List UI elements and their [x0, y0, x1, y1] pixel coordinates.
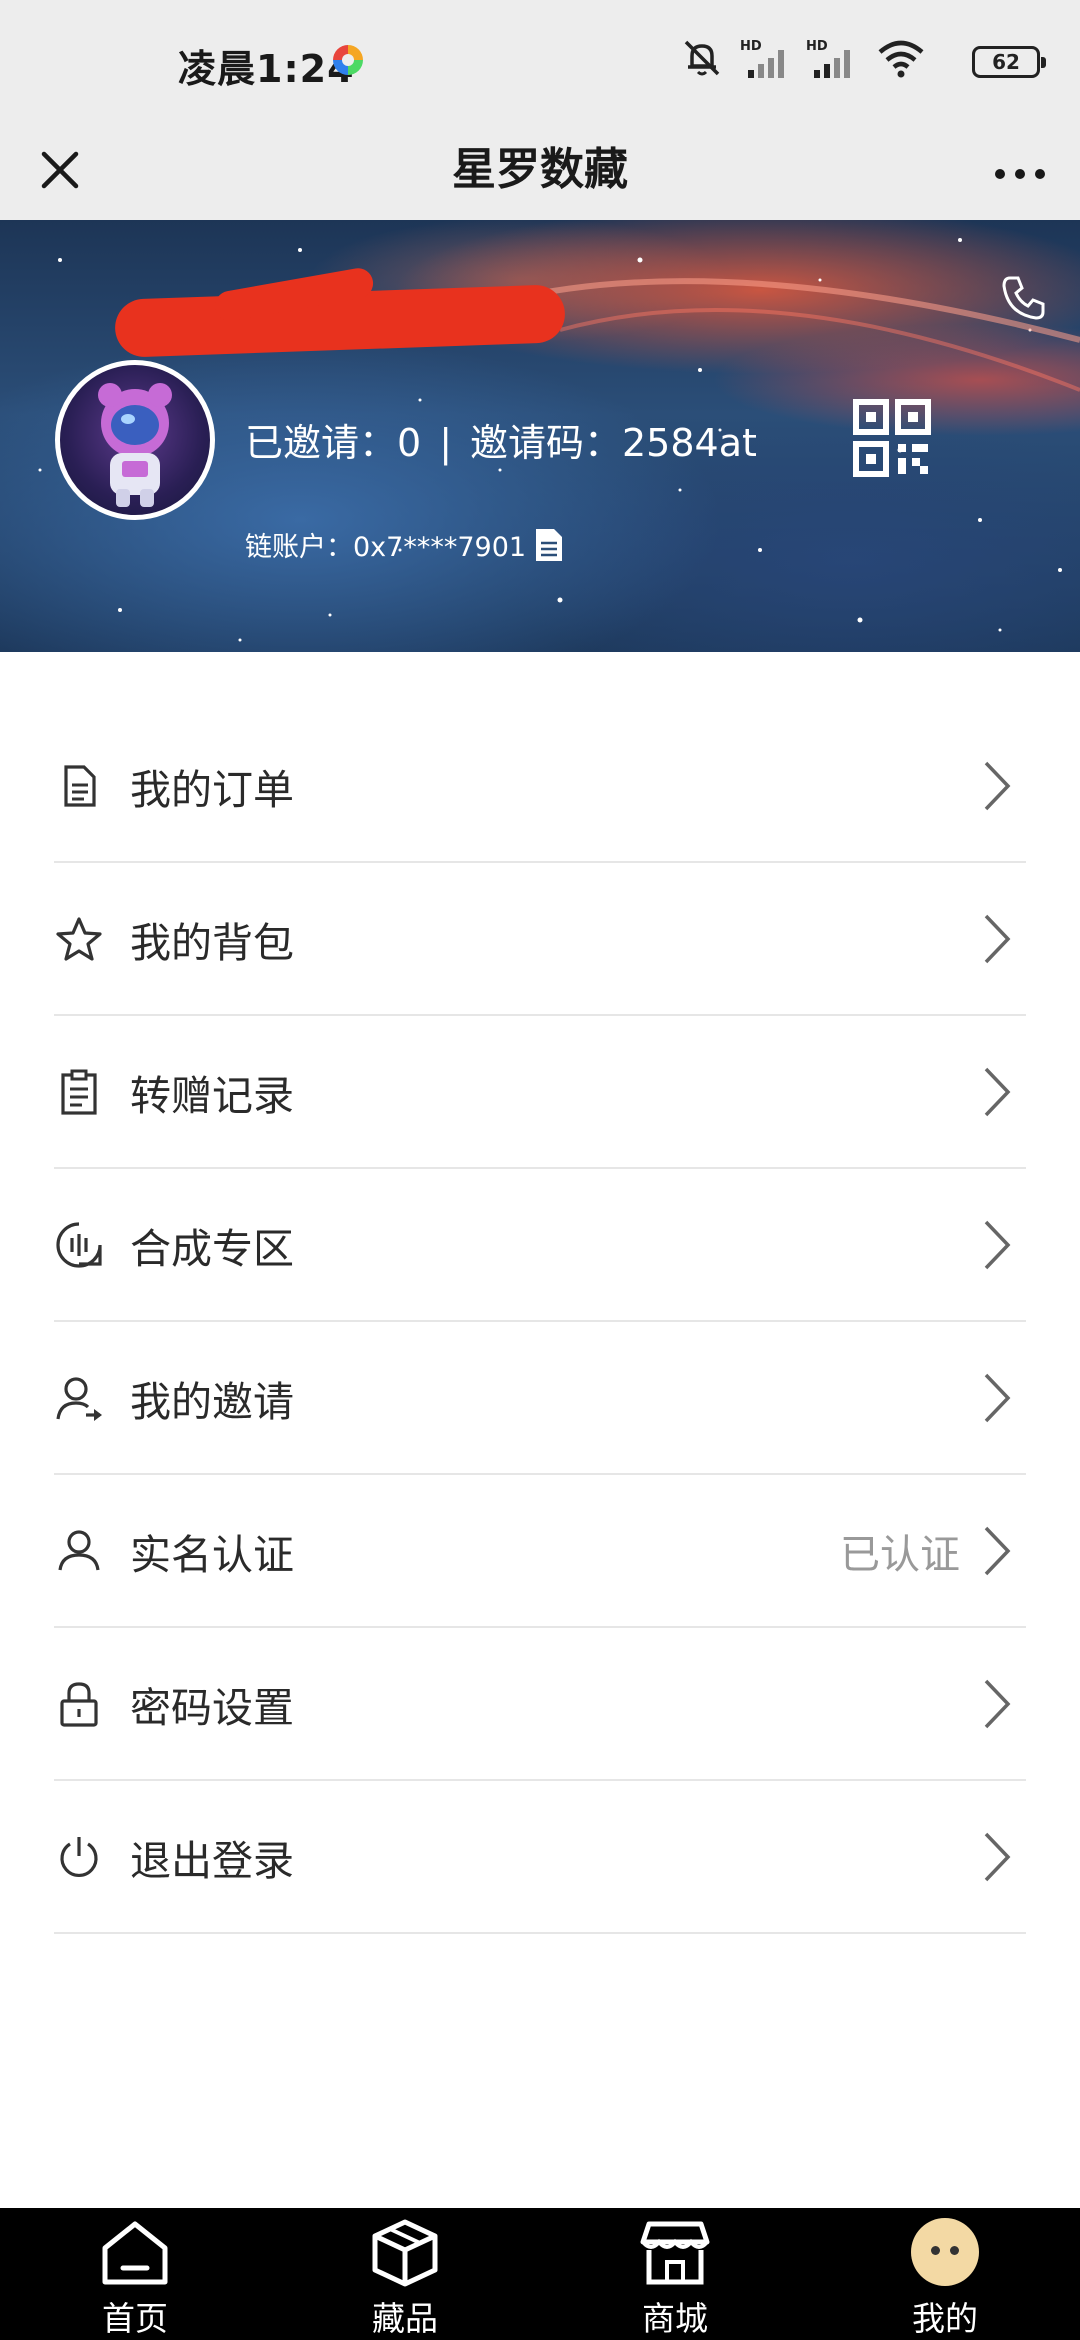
tab-store[interactable]: 商城	[540, 2208, 810, 2340]
mute-icon	[684, 40, 720, 76]
tab-label: 藏品	[372, 2299, 438, 2338]
tab-mine[interactable]: 我的	[810, 2208, 1080, 2340]
power-icon	[60, 1836, 98, 1877]
menu-item-backpack[interactable]: 我的背包	[54, 863, 1026, 1016]
user-arrow-icon	[56, 1376, 102, 1421]
verification-status: 已认证	[840, 1531, 960, 1578]
chevron-right-icon	[984, 1832, 1011, 1881]
user-icon	[58, 1529, 100, 1570]
chevron-right-icon	[984, 1220, 1011, 1269]
invite-separator: |	[439, 421, 452, 465]
profile-banner: 已邀请：0 | 邀请码：2584at 链账户：0x7****7901	[0, 220, 1080, 652]
smile-icon	[911, 2218, 979, 2286]
clipboard-icon	[61, 1069, 97, 1115]
app-dot-icon	[333, 45, 363, 75]
chevron-right-icon	[984, 1526, 1011, 1575]
menu-item-synthesis[interactable]: 合成专区	[54, 1169, 1026, 1322]
box-icon	[372, 2219, 438, 2287]
invited-count: 已邀请：0	[245, 421, 422, 465]
chevron-right-icon	[984, 1373, 1011, 1422]
svg-text:HD: HD	[740, 39, 762, 54]
status-icons: HD HD 62	[680, 36, 1046, 86]
synthesis-icon	[56, 1221, 102, 1268]
star-icon	[56, 916, 102, 961]
avatar[interactable]	[55, 360, 215, 520]
menu-item-label: 退出登录	[130, 1836, 294, 1885]
menu-item-orders[interactable]: 我的订单	[54, 710, 1026, 863]
title-bar: 星罗数藏	[0, 120, 1080, 220]
chevron-right-icon	[984, 1067, 1011, 1116]
menu-item-label: 转赠记录	[130, 1071, 294, 1120]
tab-label: 商城	[642, 2299, 708, 2338]
document-icon	[64, 764, 96, 807]
menu-item-label: 实名认证	[130, 1530, 294, 1579]
chain-account: 链账户：0x7****7901	[245, 532, 527, 563]
more-icon[interactable]	[988, 138, 1052, 202]
svg-text:HD: HD	[806, 39, 828, 54]
menu-item-label: 我的背包	[130, 918, 294, 967]
menu-item-logout[interactable]: 退出登录	[54, 1781, 1026, 1934]
menu-item-my-invites[interactable]: 我的邀请	[54, 1322, 1026, 1475]
invite-code[interactable]: 邀请码：2584at	[470, 421, 757, 465]
qr-code-icon[interactable]	[852, 398, 932, 478]
phone-icon[interactable]	[998, 272, 1048, 322]
copy-icon[interactable]	[534, 527, 564, 563]
tab-label: 我的	[912, 2299, 978, 2338]
home-icon	[102, 2221, 168, 2285]
invite-info: 已邀请：0 | 邀请码：2584at	[245, 412, 757, 467]
bottom-tab-bar: 首页 藏品 商城 我的	[0, 2208, 1080, 2340]
tab-collections[interactable]: 藏品	[270, 2208, 540, 2340]
lock-icon	[60, 1681, 98, 1727]
menu-item-transfer-records[interactable]: 转赠记录	[54, 1016, 1026, 1169]
menu-item-password-settings[interactable]: 密码设置	[54, 1628, 1026, 1781]
wifi-icon	[878, 40, 924, 78]
signal-hd-icon-2: HD	[806, 39, 850, 78]
menu-list: 我的订单 我的背包 转赠记录 合成专区 我的邀请 实名认证 已认证 密码设置 退…	[0, 710, 1080, 1934]
store-icon	[640, 2221, 710, 2285]
chevron-right-icon	[984, 1679, 1011, 1728]
astronaut-image	[98, 383, 172, 507]
tab-label: 首页	[102, 2299, 168, 2338]
menu-item-real-name-verification[interactable]: 实名认证 已认证	[54, 1475, 1026, 1628]
menu-item-label: 我的邀请	[130, 1377, 294, 1426]
status-time: 凌晨1:24	[178, 47, 355, 91]
menu-item-label: 密码设置	[130, 1683, 294, 1732]
signal-hd-icon: HD	[740, 39, 784, 78]
tab-home[interactable]: 首页	[0, 2208, 270, 2340]
chevron-right-icon	[984, 761, 1011, 810]
menu-item-label: 合成专区	[130, 1224, 294, 1273]
chevron-right-icon	[984, 914, 1011, 963]
page-title: 星罗数藏	[452, 144, 628, 195]
status-bar: 凌晨1:24 HD HD 62	[0, 0, 1080, 120]
chain-account-row: 链账户：0x7****7901	[245, 525, 564, 564]
menu-item-label: 我的订单	[130, 765, 294, 814]
battery-icon: 62	[972, 46, 1046, 78]
